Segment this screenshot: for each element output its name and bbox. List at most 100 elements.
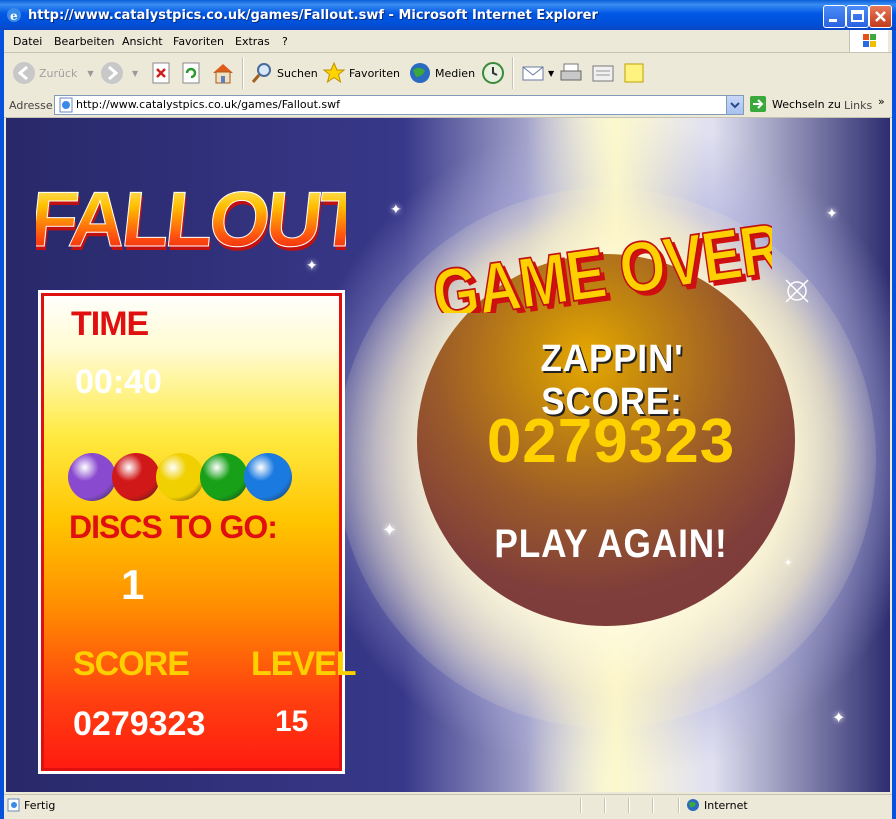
- media-button[interactable]: Medien: [408, 59, 475, 87]
- home-icon: [213, 64, 233, 84]
- menu-favoriten[interactable]: Favoriten: [173, 35, 224, 48]
- sparkle-icon: ✦: [390, 202, 402, 218]
- edit-button[interactable]: [590, 59, 616, 87]
- flash-game-area[interactable]: ✦ ✦ ✦ ✦ ✦ ✦ FALLOUT FALLOUT TIME 00:40 D…: [6, 118, 890, 792]
- page-icon: [59, 97, 73, 113]
- page-status-icon: [7, 798, 20, 812]
- stats-panel: TIME 00:40 DISCS TO GO: 1 SCORE 0279323 …: [38, 290, 357, 774]
- back-button[interactable]: Zurück ▼: [12, 59, 94, 87]
- search-label: Suchen: [277, 66, 318, 80]
- links-toolbar[interactable]: Links: [844, 99, 872, 112]
- address-dropdown-button[interactable]: [726, 96, 743, 114]
- favorites-button[interactable]: Favoriten: [322, 59, 400, 87]
- status-separator: [652, 798, 654, 813]
- score-value: 0279323: [73, 705, 206, 743]
- search-icon: [251, 63, 271, 83]
- menu-bearbeiten[interactable]: Bearbeiten: [54, 35, 114, 48]
- time-label: TIME: [71, 305, 149, 343]
- home-button[interactable]: [210, 59, 236, 87]
- history-button[interactable]: [480, 59, 506, 87]
- svg-text:FALLOUT: FALLOUT: [36, 175, 346, 263]
- toolbar-separator: [512, 57, 514, 89]
- status-separator: [628, 798, 630, 813]
- title-bar: e http://www.catalystpics.co.uk/games/Fa…: [0, 0, 896, 30]
- status-bar: Fertig Internet: [4, 794, 892, 816]
- menu-help[interactable]: ?: [282, 35, 288, 48]
- refresh-icon: [182, 62, 200, 84]
- play-again-button[interactable]: PLAY AGAIN!: [475, 522, 748, 567]
- sparkle-icon: ✦: [832, 708, 846, 727]
- edit-document-icon: [592, 65, 614, 82]
- sparkle-icon: ✦: [826, 206, 838, 222]
- menu-ansicht[interactable]: Ansicht: [122, 35, 163, 48]
- sparkle-icon: ✦: [784, 558, 793, 569]
- sparkle-icon: ✦: [382, 520, 398, 541]
- stop-button[interactable]: [150, 59, 172, 87]
- favorites-label: Favoriten: [349, 66, 400, 80]
- print-button[interactable]: [558, 59, 584, 87]
- status-separator: [604, 798, 606, 813]
- search-button[interactable]: Suchen: [250, 59, 318, 87]
- level-label: LEVEL: [251, 645, 357, 683]
- red-disc: [112, 453, 160, 501]
- fallout-logo: FALLOUT FALLOUT: [36, 175, 346, 267]
- internet-globe-icon: [687, 799, 699, 811]
- printer-icon: [560, 63, 582, 81]
- status-separator: [678, 798, 680, 813]
- score-label: SCORE: [73, 645, 190, 683]
- refresh-button[interactable]: [180, 59, 202, 87]
- back-dropdown-icon[interactable]: ▼: [87, 69, 93, 78]
- notes-button[interactable]: [622, 59, 646, 87]
- menu-datei[interactable]: Datei: [13, 35, 42, 48]
- address-bar: Adresse http://www.catalystpics.co.uk/ga…: [4, 93, 892, 118]
- go-label: Wechseln zu: [772, 97, 841, 111]
- address-label: Adresse: [9, 99, 53, 112]
- discs-value: 1: [121, 561, 145, 608]
- window-title: http://www.catalystpics.co.uk/games/Fall…: [28, 8, 598, 23]
- forward-arrow-icon: [101, 62, 123, 84]
- maximize-icon: [851, 10, 864, 22]
- zone-label: Internet: [704, 798, 748, 812]
- maximize-button[interactable]: [846, 5, 869, 28]
- ie-icon: e: [7, 8, 21, 23]
- address-field[interactable]: http://www.catalystpics.co.uk/games/Fall…: [54, 95, 744, 115]
- back-arrow-icon: [13, 62, 35, 84]
- status-text: Fertig: [24, 799, 56, 812]
- green-disc: [200, 453, 248, 501]
- windows-flag-icon: [863, 34, 876, 47]
- forward-button[interactable]: ▼: [100, 59, 138, 87]
- crosshair-icon: [785, 279, 809, 303]
- media-globe-icon: [410, 63, 430, 83]
- close-icon: [875, 11, 886, 22]
- toolbar-separator: [242, 57, 244, 89]
- minimize-button[interactable]: [823, 5, 846, 28]
- chevron-right-icon[interactable]: »: [878, 95, 885, 108]
- minimize-icon: [829, 19, 837, 22]
- chevron-down-icon: [730, 102, 740, 109]
- mail-icon: [522, 66, 544, 81]
- time-value: 00:40: [75, 363, 162, 401]
- favorites-star-icon: [322, 61, 346, 84]
- go-arrow-icon: [750, 96, 766, 112]
- menu-extras[interactable]: Extras: [235, 35, 270, 48]
- mail-dropdown-icon[interactable]: ▼: [548, 69, 554, 78]
- blue-disc: [244, 453, 292, 501]
- close-button[interactable]: [869, 5, 892, 28]
- toolbar: Zurück ▼ ▼ Suchen Favoriten Medien ▼: [4, 53, 892, 94]
- security-zone[interactable]: Internet: [686, 798, 748, 812]
- media-label: Medien: [435, 66, 476, 80]
- menu-bar: Datei Bearbeiten Ansicht Favoriten Extra…: [4, 30, 892, 53]
- stop-icon: [152, 62, 170, 84]
- history-icon: [482, 62, 504, 84]
- game-over-title: GAME OVER! GAME OVER!: [427, 204, 772, 313]
- discs-label: DISCS TO GO:: [69, 509, 278, 545]
- final-score: 0279323: [486, 407, 736, 476]
- go-button[interactable]: Wechseln zu: [750, 96, 841, 112]
- mail-button[interactable]: ▼: [520, 59, 554, 87]
- address-url: http://www.catalystpics.co.uk/games/Fall…: [76, 98, 340, 111]
- windows-logo: [849, 30, 888, 52]
- forward-dropdown-icon[interactable]: ▼: [132, 69, 138, 78]
- back-label: Zurück: [39, 66, 78, 80]
- purple-disc: [68, 453, 116, 501]
- sticky-note-icon: [624, 63, 644, 83]
